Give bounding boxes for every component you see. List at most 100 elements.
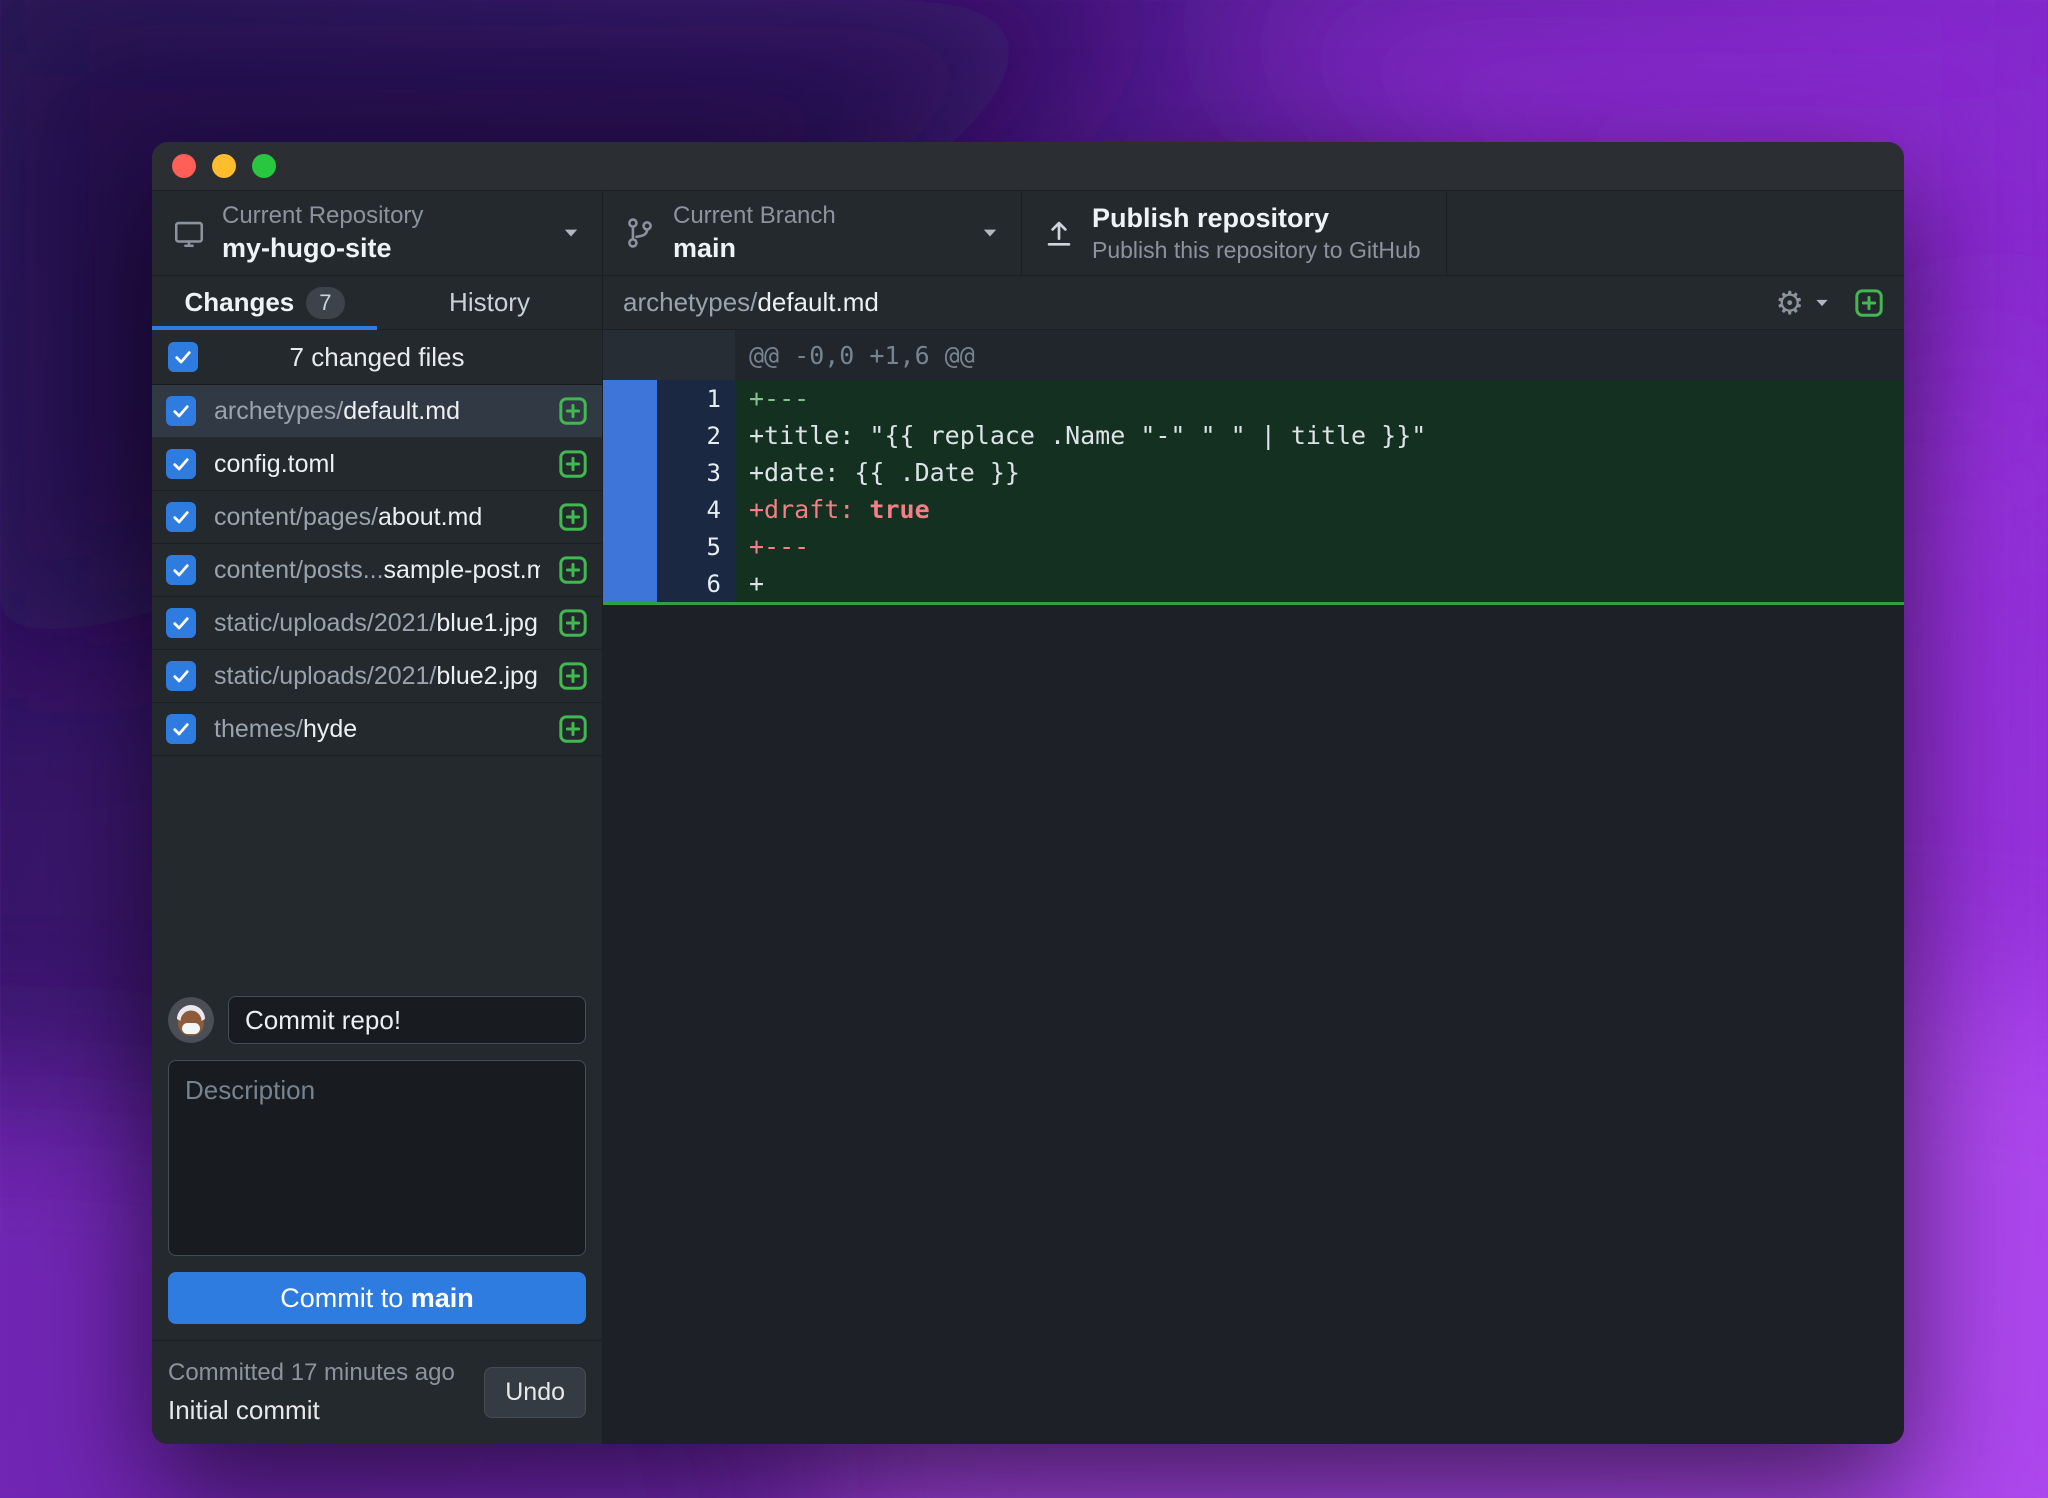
hunk-header: @@ -0,0 +1,6 @@ [749,340,975,370]
plus-square-icon[interactable] [558,661,588,691]
select-all-checkbox[interactable] [168,342,198,372]
changes-count-badge: 7 [306,286,345,319]
diff-line[interactable]: 6 + [603,565,1904,602]
git-branch-icon [623,216,657,250]
tab-history-label: History [449,287,530,317]
diff-options-button[interactable]: ⚙ [1775,287,1832,319]
github-desktop-window: Current Repository my-hugo-site Current … [152,142,1904,1444]
file-row[interactable]: static/uploads/2021/blue1.jpg [152,597,602,650]
line-select-strip[interactable] [603,380,657,417]
file-name: config.toml [214,449,335,478]
chevron-down-icon [979,222,1001,244]
publish-repository-title: Publish repository [1092,202,1330,233]
chevron-down-icon [1816,299,1828,306]
file-checkbox[interactable] [166,661,196,691]
file-checkbox[interactable] [166,714,196,744]
commit-button[interactable]: Commit to main [168,1272,586,1324]
diff-code: +title: "{{ replace .Name "-" " " | titl… [735,417,1904,454]
plus-square-icon[interactable] [558,608,588,638]
diff-code: +--- [735,528,1904,565]
diff-line[interactable]: 4 +draft: true [603,491,1904,528]
plus-square-icon[interactable] [558,555,588,585]
plus-square-icon[interactable] [558,714,588,744]
commit-area: Commit to main [152,980,602,1340]
current-branch-button[interactable]: Current Branch main [603,191,1022,275]
committed-message: Initial commit [168,1395,320,1425]
hunk-header-row: @@ -0,0 +1,6 @@ [603,330,1904,380]
current-repository-value: my-hugo-site [222,233,392,264]
changed-files-summary: 7 changed files [289,341,465,372]
plus-square-icon[interactable] [558,502,588,532]
publish-repository-subtitle: Publish this repository to GitHub [1092,236,1421,263]
file-row[interactable]: static/uploads/2021/blue2.jpg [152,650,602,703]
line-number: 4 [657,491,735,528]
file-row[interactable]: archetypes/default.md [152,385,602,438]
gear-icon: ⚙ [1775,284,1804,321]
diff-code: +--- [735,380,1904,417]
tab-changes-label: Changes [184,287,295,317]
titlebar[interactable] [152,142,1904,190]
changed-files-summary-row[interactable]: 7 changed files [152,330,602,385]
file-name: content/pages/about.md [214,502,483,531]
diff-code: +draft: true [735,491,1904,528]
line-number: 1 [657,380,735,417]
zoom-window-button[interactable] [252,154,276,178]
chevron-down-icon [560,222,582,244]
diff-line[interactable]: 3 +date: {{ .Date }} [603,454,1904,491]
upload-icon [1042,216,1076,250]
committed-bar: Committed 17 minutes ago Initial commit … [152,1340,602,1444]
diff-code: +date: {{ .Date }} [735,454,1904,491]
commit-summary-input[interactable] [228,996,586,1044]
avatar [168,997,214,1043]
current-repository-button[interactable]: Current Repository my-hugo-site [152,191,603,275]
file-checkbox[interactable] [166,502,196,532]
file-name: themes/hyde [214,714,358,743]
diff-line[interactable]: 1 +--- [603,380,1904,417]
file-checkbox[interactable] [166,396,196,426]
committed-ago: Committed 17 minutes ago [168,1359,455,1386]
file-checkbox[interactable] [166,608,196,638]
diff-file-path: archetypes/default.md [623,287,879,317]
hunk-gutter [603,330,735,380]
diff-code: + [735,565,1904,602]
file-name: archetypes/default.md [214,396,460,425]
line-select-strip[interactable] [603,491,657,528]
undo-button[interactable]: Undo [484,1367,586,1418]
line-select-strip[interactable] [603,454,657,491]
commit-description-input[interactable] [168,1060,586,1256]
diff-line[interactable]: 2 +title: "{{ replace .Name "-" " " | tit… [603,417,1904,454]
line-select-strip[interactable] [603,565,657,602]
diff-panel: archetypes/default.md ⚙ @@ -0,0 +1,6 @@ … [603,276,1904,1444]
publish-repository-button[interactable]: Publish repository Publish this reposito… [1022,191,1447,275]
tab-history[interactable]: History [377,276,602,329]
file-row[interactable]: config.toml [152,438,602,491]
file-name: static/uploads/2021/blue1.jpg [214,608,538,637]
file-row[interactable]: content/posts...sample-post.md [152,544,602,597]
file-name: content/posts...sample-post.md [214,555,540,584]
line-select-strip[interactable] [603,528,657,565]
sidebar: Changes 7 History 7 changed files archet… [152,276,603,1444]
file-row[interactable]: themes/hyde [152,703,602,756]
minimize-window-button[interactable] [212,154,236,178]
plus-square-icon[interactable] [558,396,588,426]
commit-summary-row [168,996,586,1044]
file-name: static/uploads/2021/blue2.jpg [214,661,538,690]
app-body: Changes 7 History 7 changed files archet… [152,276,1904,1444]
file-list: archetypes/default.md config.toml content/… [152,385,602,756]
plus-square-icon[interactable] [558,449,588,479]
diff-line[interactable]: 5 +--- [603,528,1904,565]
current-repository-label: Current Repository [222,201,424,229]
tab-changes[interactable]: Changes 7 [152,276,377,330]
current-branch-label: Current Branch [673,201,836,229]
close-window-button[interactable] [172,154,196,178]
file-row[interactable]: content/pages/about.md [152,491,602,544]
toolbar: Current Repository my-hugo-site Current … [152,190,1904,276]
diff-lines: 1 +--- 2 +title: "{{ replace .Name "-" " " … [603,380,1904,605]
file-checkbox[interactable] [166,449,196,479]
file-checkbox[interactable] [166,555,196,585]
current-branch-value: main [673,233,737,264]
line-select-strip[interactable] [603,417,657,454]
expand-diff-plus-icon[interactable] [1854,288,1884,318]
